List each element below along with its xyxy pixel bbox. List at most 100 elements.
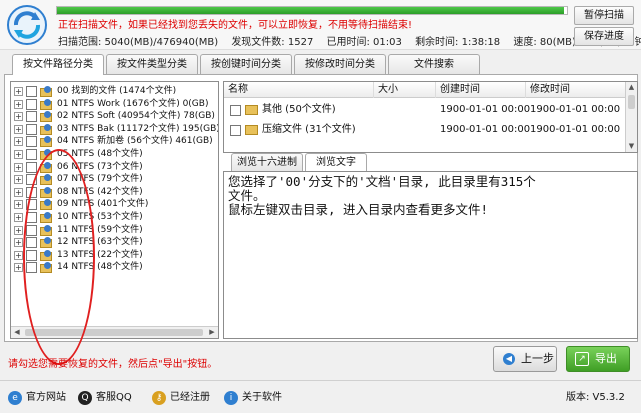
key-icon: ⚷ xyxy=(152,391,166,405)
scan-status-text: 正在扫描文件，如果已经找到您丢失的文件，可以立即恢复，不用等待扫描结束! xyxy=(58,20,413,31)
col-created[interactable]: 创建时间 xyxy=(436,82,526,98)
tab-file-search[interactable]: 文件搜索 xyxy=(388,54,480,74)
drive-folder-icon xyxy=(40,86,53,97)
tree-node-label: 01 NTFS Work (1676个文件) 0(GB) xyxy=(57,98,209,109)
tree-node-label: 06 NTFS (73个文件) xyxy=(57,161,143,172)
expand-icon[interactable]: + xyxy=(14,124,23,134)
expand-icon[interactable]: + xyxy=(14,87,23,96)
expand-icon[interactable]: + xyxy=(14,263,23,273)
node-checkbox[interactable] xyxy=(26,186,37,198)
tree-node-label: 08 NTFS (42个文件) xyxy=(57,186,143,197)
text-preview: 您选择了'00'分支下的'文档'目录, 此目录里有315个 文件。 鼠标左键双击… xyxy=(223,171,638,339)
scroll-down-icon[interactable]: ▼ xyxy=(626,141,637,152)
node-checkbox[interactable] xyxy=(26,199,37,211)
expand-icon[interactable]: + xyxy=(14,162,23,172)
main-panel: +00 找到的文件 (1474个文件) +01 NTFS Work (1676个文… xyxy=(4,74,638,365)
node-checkbox[interactable] xyxy=(26,224,37,236)
scan-range: 扫描范围: 5040(MB)/476940(MB) xyxy=(58,37,219,48)
file-row[interactable]: 压缩文件 (31个文件) 1900-01-01 00:00 1900-01-01… xyxy=(224,121,626,139)
col-size[interactable]: 大小 xyxy=(374,82,436,98)
expand-icon[interactable]: + xyxy=(14,150,23,159)
node-checkbox[interactable] xyxy=(26,249,37,261)
remaining-time: 剩余时间: 1:38:18 xyxy=(415,37,501,48)
tree-node-label: 04 NTFS 新加卷 (56个文件) 461(GB) xyxy=(57,136,213,147)
node-checkbox[interactable] xyxy=(26,86,37,97)
expand-icon[interactable]: + xyxy=(14,225,23,235)
export-button[interactable]: ↗ 导出 xyxy=(566,346,630,372)
expand-icon[interactable]: + xyxy=(14,175,23,185)
scroll-left-icon[interactable]: ◀ xyxy=(11,327,23,338)
expand-icon[interactable]: + xyxy=(14,250,23,260)
expand-icon[interactable]: + xyxy=(14,187,23,197)
node-checkbox[interactable] xyxy=(26,149,37,160)
tree-node-label: 02 NTFS Soft (40954个文件) 78(GB) xyxy=(57,111,215,122)
drive-folder-icon xyxy=(40,174,53,186)
row-checkbox[interactable] xyxy=(230,125,241,136)
expand-icon[interactable]: + xyxy=(14,99,23,109)
expand-icon[interactable]: + xyxy=(14,213,23,222)
tree-node-label: 03 NTFS Bak (11172个文件) 195(GB) xyxy=(57,123,219,134)
file-list-vertical-scrollbar[interactable]: ▲ ▼ xyxy=(625,82,637,152)
node-checkbox[interactable] xyxy=(26,123,37,135)
pause-scan-button[interactable]: 暂停扫描 xyxy=(574,6,634,25)
tab-by-type[interactable]: 按文件类型分类 xyxy=(106,54,198,74)
save-progress-button[interactable]: 保存进度 xyxy=(574,27,634,46)
tree-node-label: 11 NTFS (59个文件) xyxy=(57,224,143,235)
expand-icon[interactable]: + xyxy=(14,112,23,122)
support-qq-label: 客服QQ xyxy=(96,392,132,403)
expand-icon[interactable]: + xyxy=(14,238,23,248)
about-label: 关于软件 xyxy=(242,392,282,403)
node-checkbox[interactable] xyxy=(26,174,37,186)
tree-node-label: 13 NTFS (22个文件) xyxy=(57,249,143,260)
row-checkbox[interactable] xyxy=(230,105,241,116)
info-icon: i xyxy=(224,391,238,405)
tab-by-modified[interactable]: 按修改时间分类 xyxy=(294,54,386,74)
tree-node-label: 07 NTFS (79个文件) xyxy=(57,174,143,185)
elapsed-time: 已用时间: 01:03 xyxy=(326,37,402,48)
node-checkbox[interactable] xyxy=(26,111,37,123)
official-site-label: 官方网站 xyxy=(26,392,66,403)
scan-stats: 扫描范围: 5040(MB)/476940(MB) 发现文件数: 1527 已用… xyxy=(58,33,641,48)
scroll-thumb[interactable] xyxy=(25,329,203,336)
col-name[interactable]: 名称 xyxy=(224,82,374,98)
drive-folder-icon xyxy=(40,161,53,173)
folder-icon xyxy=(245,125,258,135)
node-checkbox[interactable] xyxy=(26,212,37,223)
expand-icon[interactable]: + xyxy=(14,200,23,210)
file-modified: 1900-01-01 00:00 xyxy=(530,124,621,135)
node-checkbox[interactable] xyxy=(26,161,37,173)
node-checkbox[interactable] xyxy=(26,262,37,274)
file-name: 其他 (50个文件) xyxy=(262,104,336,115)
tab-hex-view[interactable]: 浏览十六进制 xyxy=(231,153,303,171)
scroll-up-icon[interactable]: ▲ xyxy=(626,82,637,93)
scan-progress-bar xyxy=(56,6,568,15)
path-tree[interactable]: +00 找到的文件 (1474个文件) +01 NTFS Work (1676个文… xyxy=(10,81,219,339)
found-count: 发现文件数: 1527 xyxy=(231,37,314,48)
version-text: 版本: V5.3.2 xyxy=(566,392,625,403)
footer-bar: e 官方网站 Q 客服QQ ⚷ 已经注册 i 关于软件 版本: V5.3.2 xyxy=(0,380,641,413)
preview-line: 您选择了'00'分支下的'文档'目录, 此目录里有315个 xyxy=(228,174,536,189)
tab-by-created[interactable]: 按创键时间分类 xyxy=(200,54,292,74)
drive-folder-icon xyxy=(40,186,53,198)
node-checkbox[interactable] xyxy=(26,98,37,110)
drive-folder-icon xyxy=(40,249,53,261)
tab-text-view[interactable]: 浏览文字 xyxy=(305,153,367,171)
tab-by-path[interactable]: 按文件路径分类 xyxy=(12,54,104,75)
drive-folder-icon xyxy=(40,212,53,223)
col-modified[interactable]: 修改时间 xyxy=(526,82,626,98)
previous-step-button[interactable]: ◀ 上一步 xyxy=(493,346,557,372)
drive-folder-icon xyxy=(40,123,53,135)
file-modified: 1900-01-01 00:00 xyxy=(530,104,621,115)
export-label: 导出 xyxy=(595,352,617,365)
scroll-thumb[interactable] xyxy=(628,95,635,109)
tree-node-label: 05 NTFS (48个文件) xyxy=(57,149,143,159)
scroll-right-icon[interactable]: ▶ xyxy=(206,327,218,338)
tree-node-label: 14 NTFS (48个文件) xyxy=(57,262,143,273)
tree-horizontal-scrollbar[interactable]: ◀ ▶ xyxy=(11,326,218,338)
node-checkbox[interactable] xyxy=(26,136,37,148)
expand-icon[interactable]: + xyxy=(14,137,23,147)
node-checkbox[interactable] xyxy=(26,237,37,249)
file-created: 1900-01-01 00:00 xyxy=(440,104,531,115)
file-row[interactable]: 其他 (50个文件) 1900-01-01 00:00 1900-01-01 0… xyxy=(224,101,626,119)
file-list: 名称 大小 创建时间 修改时间 其他 (50个文件) 1900-01-01 00… xyxy=(223,81,638,153)
